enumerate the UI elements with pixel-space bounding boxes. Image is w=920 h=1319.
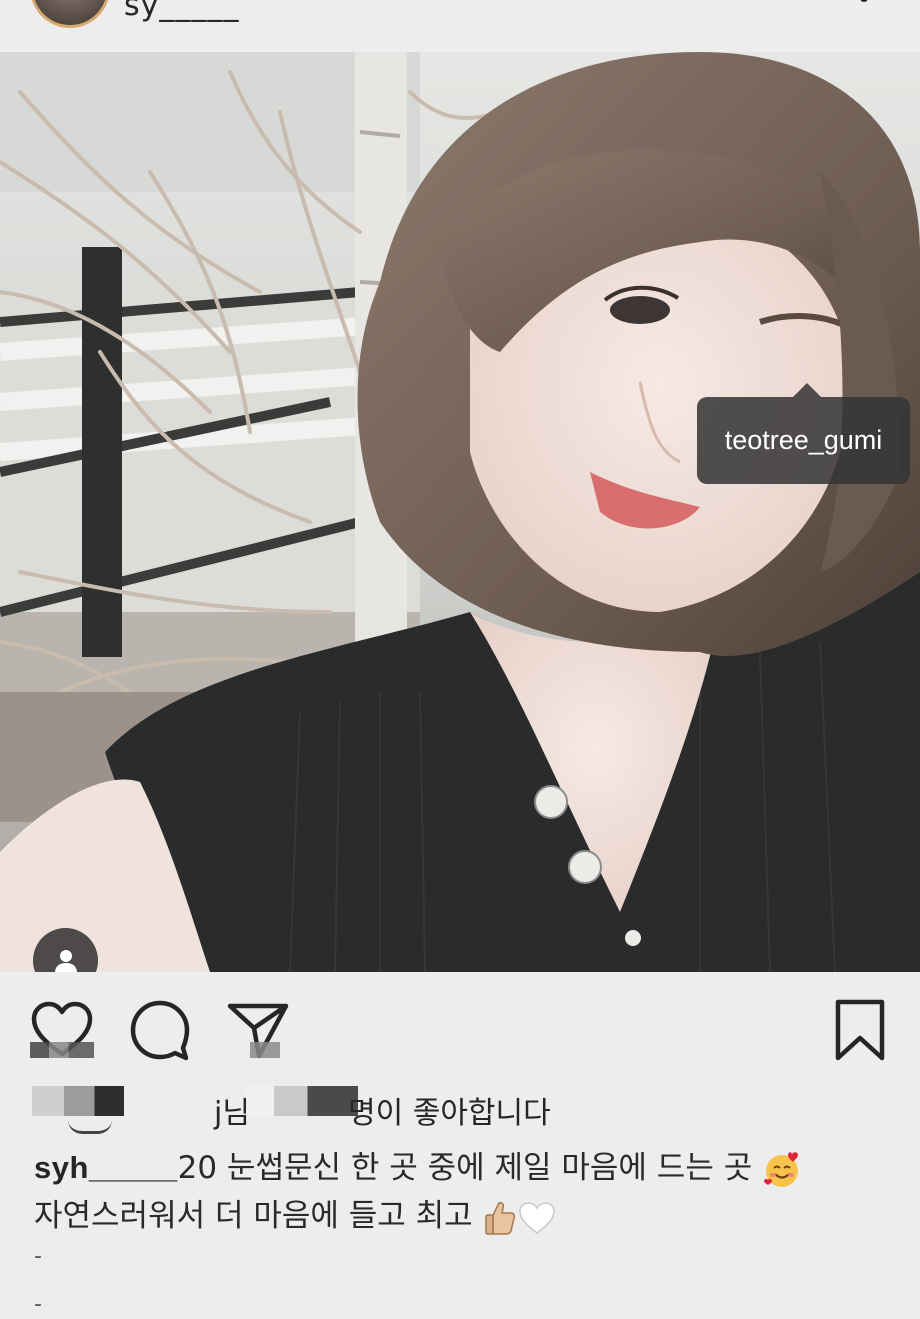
author-avatar[interactable] — [30, 0, 110, 28]
post-photo[interactable]: teotree_gumi — [0, 52, 920, 972]
likes-count-text: 명이 좋아합니다 — [348, 1096, 551, 1131]
blurred-liker-avatars — [32, 1086, 124, 1116]
caption-line-1: syh_____20 눈썹문신 한 곳 중에 제일 마음에 드는 곳 — [34, 1144, 894, 1192]
photo-illustration — [0, 52, 920, 972]
caption-line-2: 자연스러워서 더 마음에 들고 최고 — [34, 1192, 894, 1240]
blurred-like-count — [246, 1086, 358, 1116]
thumbs-up-icon — [484, 1201, 515, 1235]
blur-patch — [30, 1042, 94, 1058]
bookmark-icon[interactable] — [828, 998, 892, 1062]
liker-name[interactable]: j님 — [214, 1088, 250, 1132]
person-icon — [54, 949, 77, 972]
caption-line-3: - — [34, 1244, 42, 1269]
comment-icon[interactable] — [128, 998, 192, 1062]
caption-text-2: 자연스러워서 더 마음에 들고 최고 — [34, 1198, 483, 1234]
post-header: sy_____ — [0, 0, 920, 52]
caption-text-1: 20 눈썹문신 한 곳 중에 제일 마음에 드는 곳 — [177, 1150, 763, 1186]
post-action-bar — [0, 972, 920, 1072]
caption-username[interactable]: syh_____ — [34, 1150, 178, 1185]
author-username[interactable]: sy_____ — [124, 0, 239, 23]
liker-avatar — [68, 1120, 112, 1134]
instagram-post: sy_____ teotree_gumi j님 명이 좋아합니다 syh____… — [0, 0, 920, 1319]
more-vertical-icon[interactable] — [860, 0, 872, 6]
white-heart-icon — [518, 1201, 555, 1234]
caption-line-4: - — [34, 1292, 42, 1317]
smiling-face-with-hearts-icon — [764, 1151, 799, 1187]
user-tag-bubble[interactable]: teotree_gumi — [697, 383, 910, 484]
blur-patch — [250, 1042, 280, 1058]
likes-summary[interactable]: j님 명이 좋아합니다 — [30, 1082, 890, 1134]
post-caption: syh_____20 눈썹문신 한 곳 중에 제일 마음에 드는 곳 자연스러워… — [34, 1144, 894, 1240]
